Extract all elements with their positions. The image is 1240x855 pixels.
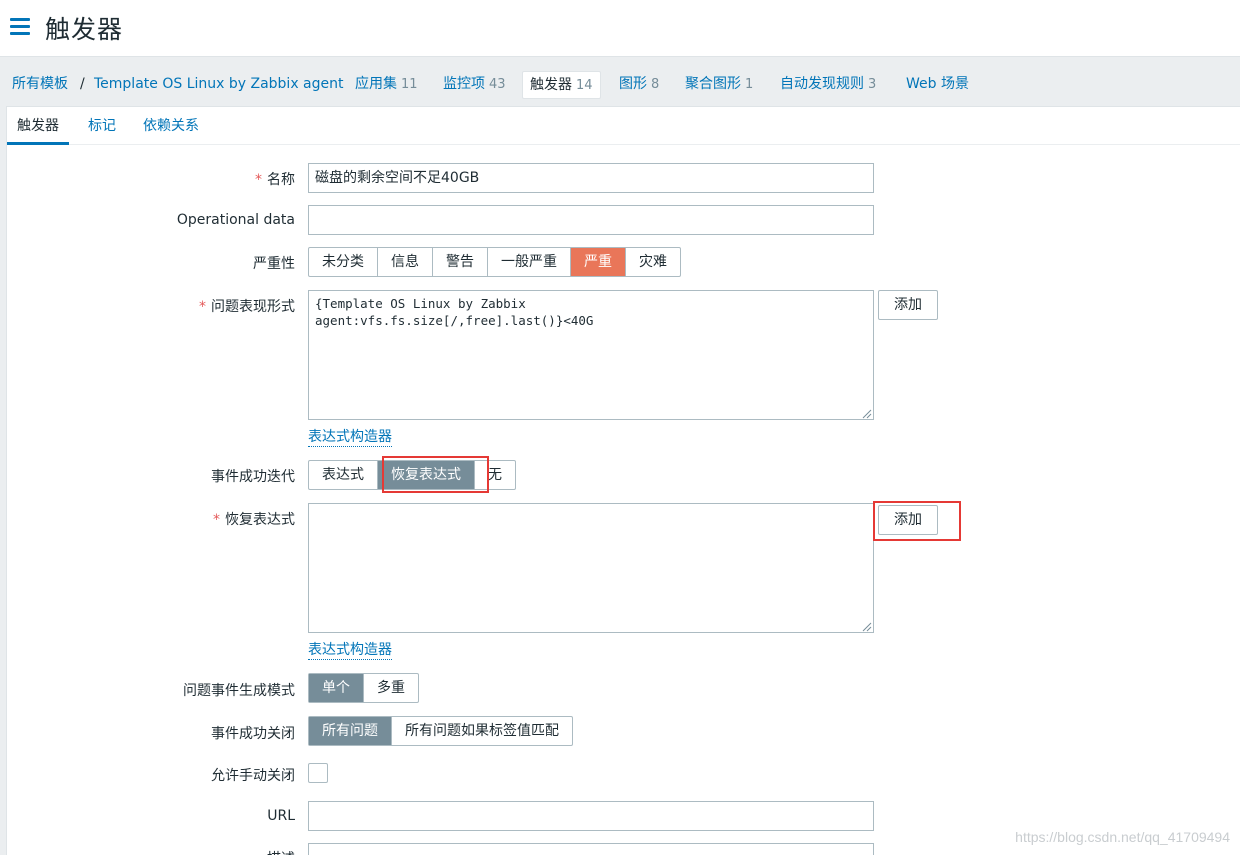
ok-event-expression[interactable]: 表达式 [309,461,378,489]
page-title: 触发器 [45,15,124,44]
breadcrumb: 所有模板 / Template OS Linux by Zabbix agent… [0,56,1240,106]
severity-high[interactable]: 严重 [571,248,626,276]
form-panel: 触发器 标记 依赖关系 * 名称 磁盘的剩余空间不足40GB Operationa… [6,106,1240,855]
tab-triggers[interactable]: 触发器 14 [522,71,601,99]
add-recovery-expression-button[interactable]: 添加 [878,505,938,535]
recovery-expression-label: * 恢复表达式 [213,512,295,528]
description-textarea[interactable] [308,843,874,855]
severity-not-classified[interactable]: 未分类 [309,248,378,276]
ok-close-label: 事件成功关闭 [211,726,295,742]
generation-mode-multiple[interactable]: 多重 [364,674,418,702]
ok-event-selector: 表达式 恢复表达式 无 [308,460,516,490]
description-label: 描述 [267,848,295,855]
recovery-expression-textarea[interactable] [308,503,874,633]
ok-close-selector: 所有问题 所有问题如果标签值匹配 [308,716,573,746]
subtab-trigger[interactable]: 触发器 [7,116,69,145]
generation-mode-label: 问题事件生成模式 [183,683,295,699]
tab-applications[interactable]: 应用集 11 [355,71,418,99]
url-label: URL [267,808,295,824]
breadcrumb-template-name[interactable]: Template OS Linux by Zabbix agent [94,71,344,99]
name-input[interactable]: 磁盘的剩余空间不足40GB [308,163,874,193]
tab-graphs[interactable]: 图形 8 [619,71,659,99]
tab-screens[interactable]: 聚合图形 1 [685,71,753,99]
subtab-dependencies[interactable]: 依赖关系 [133,116,209,145]
form-subtabs: 触发器 标记 依赖关系 [7,107,1240,145]
watermark: https://blog.csdn.net/qq_41709494 [1015,829,1230,845]
expression-builder-link[interactable]: 表达式构造器 [308,429,392,447]
ok-close-all-problems[interactable]: 所有问题 [309,717,392,745]
tab-web-scenarios[interactable]: Web 场景 [906,71,969,99]
ok-event-none[interactable]: 无 [475,461,515,489]
severity-average[interactable]: 一般严重 [488,248,571,276]
problem-expression-label: * 问题表现形式 [199,299,295,315]
severity-label: 严重性 [253,256,295,272]
ok-event-recovery-expression[interactable]: 恢复表达式 [378,461,475,489]
manual-close-label: 允许手动关闭 [211,768,295,784]
ok-close-tag-match[interactable]: 所有问题如果标签值匹配 [392,717,572,745]
breadcrumb-separator: / [80,76,85,92]
breadcrumb-all-templates[interactable]: 所有模板 [12,71,68,99]
generation-mode-single[interactable]: 单个 [309,674,364,702]
severity-information[interactable]: 信息 [378,248,433,276]
opdata-label: Operational data [176,212,295,228]
manual-close-checkbox[interactable] [308,763,328,783]
subtab-tags[interactable]: 标记 [78,116,126,145]
severity-selector: 未分类 信息 警告 一般严重 严重 灾难 [308,247,681,277]
problem-expression-textarea[interactable]: {Template OS Linux by Zabbix agent:vfs.f… [308,290,874,420]
resize-grip-icon[interactable] [862,409,872,419]
url-input[interactable] [308,801,874,831]
severity-warning[interactable]: 警告 [433,248,488,276]
generation-mode-selector: 单个 多重 [308,673,419,703]
tab-discovery-rules[interactable]: 自动发现规则 3 [780,71,876,99]
opdata-input[interactable] [308,205,874,235]
add-problem-expression-button[interactable]: 添加 [878,290,938,320]
page-header: 触发器 [0,0,1240,56]
ok-event-label: 事件成功迭代 [211,469,295,485]
tab-items[interactable]: 监控项 43 [443,71,506,99]
resize-grip-icon[interactable] [862,622,872,632]
hamburger-menu-icon[interactable] [10,17,30,35]
expression-builder-link[interactable]: 表达式构造器 [308,642,392,660]
severity-disaster[interactable]: 灾难 [626,248,680,276]
name-label: * 名称 [255,172,295,188]
